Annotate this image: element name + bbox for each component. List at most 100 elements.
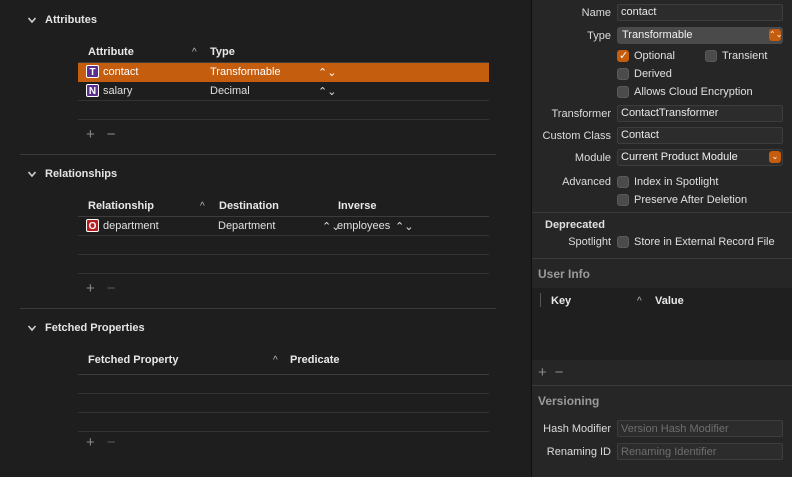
attribute-type[interactable]: Transformable: [210, 66, 281, 78]
renaming-id-field[interactable]: [617, 443, 783, 460]
relationship-name[interactable]: department: [103, 220, 159, 232]
type-popup[interactable]: Transformable ⌃⌄: [617, 27, 783, 44]
store-external-checkbox[interactable]: Store in External Record File: [617, 236, 775, 248]
transient-checkbox[interactable]: Transient: [705, 50, 767, 62]
empty-row: [78, 101, 489, 120]
transformer-field[interactable]: ContactTransformer: [617, 105, 783, 122]
column-header-fetched-property[interactable]: Fetched Property: [88, 354, 178, 366]
add-fetched-property-button[interactable]: +: [86, 434, 95, 451]
fetched-properties-section-header[interactable]: Fetched Properties: [0, 317, 530, 339]
divider: [532, 212, 792, 213]
checkbox-icon[interactable]: [617, 236, 629, 248]
optional-label: Optional: [634, 50, 675, 62]
add-relationship-button[interactable]: +: [86, 280, 95, 297]
sort-ascending-icon[interactable]: ^: [200, 201, 205, 212]
preserve-after-deletion-checkbox[interactable]: Preserve After Deletion: [617, 194, 747, 206]
empty-row: [78, 236, 489, 255]
remove-attribute-button[interactable]: −: [107, 126, 116, 143]
fetched-properties-table: Fetched Property ^ Predicate: [78, 351, 489, 432]
fetched-properties-add-remove: + −: [86, 434, 116, 451]
type-label: Type: [587, 30, 611, 42]
column-header-destination[interactable]: Destination: [219, 200, 279, 212]
chevron-down-icon[interactable]: [27, 169, 37, 179]
transformable-type-icon: T: [86, 65, 99, 78]
table-row[interactable]: O department Department ⌃⌄ employees ⌃⌄: [78, 217, 489, 236]
relationships-section-header[interactable]: Relationships: [0, 163, 530, 185]
custom-class-label: Custom Class: [542, 130, 611, 142]
name-label: Name: [581, 7, 611, 19]
divider: [532, 258, 792, 259]
custom-class-field[interactable]: Contact: [617, 127, 783, 144]
section-divider: [20, 154, 496, 155]
renaming-id-label: Renaming ID: [546, 446, 611, 458]
popup-arrows-icon: ⌃⌄: [769, 29, 783, 41]
remove-fetched-property-button[interactable]: −: [107, 434, 116, 451]
optional-checkbox[interactable]: Optional: [617, 49, 675, 62]
sort-ascending-icon[interactable]: ^: [637, 296, 642, 307]
column-header-relationship[interactable]: Relationship: [88, 200, 154, 212]
add-user-info-button[interactable]: +: [538, 364, 547, 381]
chevron-down-icon: ⌄: [769, 151, 781, 163]
hash-modifier-label: Hash Modifier: [543, 423, 611, 435]
relationships-table-header: Relationship ^ Destination Inverse: [78, 197, 489, 217]
type-popup-arrows-icon[interactable]: ⌃⌄: [318, 66, 336, 79]
chevron-down-icon[interactable]: [27, 323, 37, 333]
column-header-attribute[interactable]: Attribute: [88, 46, 134, 58]
relationship-inverse[interactable]: employees: [337, 220, 390, 232]
relationship-destination[interactable]: Department: [218, 220, 275, 232]
relationships-section-title: Relationships: [45, 168, 118, 180]
module-popup[interactable]: Current Product Module ⌄: [617, 149, 783, 166]
attribute-name[interactable]: salary: [103, 85, 132, 97]
fetched-properties-table-header: Fetched Property ^ Predicate: [78, 351, 489, 371]
column-header-type[interactable]: Type: [210, 46, 235, 58]
column-header-key[interactable]: Key: [551, 295, 571, 307]
remove-user-info-button[interactable]: −: [555, 364, 564, 381]
attributes-table: Attribute ^ Type T contact Transformable…: [78, 43, 489, 120]
checkbox-checked-icon[interactable]: [617, 49, 629, 62]
checkbox-icon[interactable]: [617, 68, 629, 80]
column-header-value[interactable]: Value: [655, 295, 684, 307]
chevron-down-icon[interactable]: [27, 15, 37, 25]
section-divider: [20, 308, 496, 309]
inverse-popup-arrows-icon[interactable]: ⌃⌄: [395, 220, 413, 233]
column-separator: [540, 293, 541, 307]
user-info-table[interactable]: Key ^ Value: [532, 288, 792, 360]
divider: [532, 385, 792, 386]
data-model-inspector: Name contact Type Transformable ⌃⌄ Optio…: [531, 0, 792, 477]
sort-ascending-icon[interactable]: ^: [273, 355, 278, 366]
add-attribute-button[interactable]: +: [86, 126, 95, 143]
empty-row: [78, 413, 489, 432]
derived-checkbox[interactable]: Derived: [617, 68, 672, 80]
versioning-heading: Versioning: [538, 394, 600, 408]
checkbox-icon[interactable]: [617, 176, 629, 188]
module-popup-value: Current Product Module: [621, 151, 738, 163]
attributes-add-remove: + −: [86, 126, 116, 143]
to-one-relationship-icon: O: [86, 219, 99, 232]
name-field[interactable]: contact: [617, 4, 783, 21]
cloud-encryption-checkbox[interactable]: Allows Cloud Encryption: [617, 86, 753, 98]
index-spotlight-label: Index in Spotlight: [634, 176, 719, 188]
table-row[interactable]: N salary Decimal ⌃⌄: [78, 82, 489, 101]
empty-row: [78, 255, 489, 274]
checkbox-icon[interactable]: [617, 194, 629, 206]
attributes-section-title: Attributes: [45, 14, 97, 26]
hash-modifier-field[interactable]: [617, 420, 783, 437]
type-popup-arrows-icon[interactable]: ⌃⌄: [318, 85, 336, 98]
index-spotlight-checkbox[interactable]: Index in Spotlight: [617, 176, 718, 188]
cloud-encryption-label: Allows Cloud Encryption: [634, 86, 753, 98]
checkbox-icon[interactable]: [617, 86, 629, 98]
table-row[interactable]: T contact Transformable ⌃⌄: [78, 63, 489, 82]
remove-relationship-button[interactable]: −: [107, 280, 116, 297]
spotlight-label: Spotlight: [568, 236, 611, 248]
derived-label: Derived: [634, 68, 672, 80]
store-external-label: Store in External Record File: [634, 236, 775, 248]
entity-editor: Attributes Attribute ^ Type T contact Tr…: [0, 0, 530, 477]
sort-ascending-icon[interactable]: ^: [192, 47, 197, 58]
column-header-predicate[interactable]: Predicate: [290, 354, 340, 366]
checkbox-icon[interactable]: [705, 50, 717, 62]
attribute-name[interactable]: contact: [103, 66, 138, 78]
attributes-section-header[interactable]: Attributes: [0, 9, 530, 31]
column-header-inverse[interactable]: Inverse: [338, 200, 377, 212]
deprecated-heading: Deprecated: [545, 219, 605, 231]
attribute-type[interactable]: Decimal: [210, 85, 250, 97]
